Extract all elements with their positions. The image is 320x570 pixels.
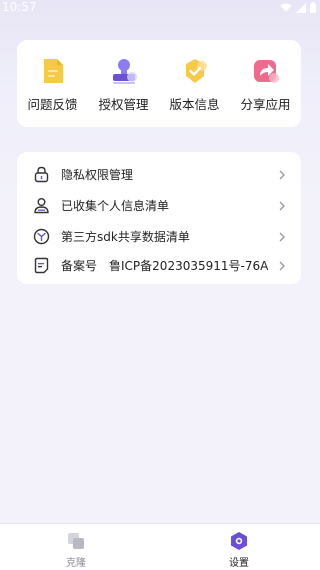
nav-clone[interactable]: 克隆 [46,531,106,569]
icp-record-value: 鲁ICP备2023035911号-76A [109,259,269,273]
chevron-right-icon [279,232,285,241]
stamp-icon [112,59,137,84]
row-label: 备案号 鲁ICP备2023035911号-76A [61,257,268,274]
nav-label: 设置 [229,558,249,569]
status-icons [280,2,316,13]
icp-record-row[interactable]: 备案号 鲁ICP备2023035911号-76A [17,250,301,281]
signal-icon [296,2,306,13]
grid-label: 版本信息 [169,97,220,112]
icp-record-label: 备案号 [61,259,98,273]
lock-icon [34,166,49,183]
authorization-button[interactable]: 授权管理 [89,57,159,113]
status-time: 10:57 [2,0,37,14]
clone-icon [68,533,84,549]
grid-label: 授权管理 [98,97,149,112]
collected-info-row[interactable]: 已收集个人信息清单 [17,190,301,221]
record-doc-icon [34,257,49,274]
settings-list-card: 隐私权限管理 已收集个人信息清单 第三方sdk共享数据清单 备案号 鲁ICP备2… [17,152,301,284]
version-info-button[interactable]: 版本信息 [160,57,230,113]
grid-label: 分享应用 [240,97,291,112]
battery-icon [310,2,316,13]
chevron-right-icon [279,170,285,179]
row-label: 已收集个人信息清单 [61,199,170,213]
feedback-button[interactable]: 问题反馈 [18,57,88,113]
settings-hex-icon [231,532,247,550]
third-party-icon [33,228,50,245]
privacy-permission-row[interactable]: 隐私权限管理 [17,159,301,190]
share-app-button[interactable]: 分享应用 [231,57,301,113]
row-label: 第三方sdk共享数据清单 [61,230,190,244]
status-bar: 10:57 [0,0,320,16]
nav-label: 克隆 [66,558,86,569]
chevron-right-icon [279,261,285,270]
share-arrow-icon [253,60,279,83]
feedback-doc-icon [43,59,63,83]
verified-badge-icon [185,59,207,83]
grid-label: 问题反馈 [27,97,78,112]
wifi-icon [280,3,292,12]
third-party-sdk-row[interactable]: 第三方sdk共享数据清单 [17,221,301,252]
row-label: 隐私权限管理 [61,168,134,182]
person-icon [34,198,49,214]
nav-settings[interactable]: 设置 [209,531,269,569]
chevron-right-icon [279,201,285,210]
quick-actions-card: 问题反馈 授权管理 版本信息 分享应用 [17,40,301,127]
bottom-navigation: 克隆 设置 [0,523,320,570]
